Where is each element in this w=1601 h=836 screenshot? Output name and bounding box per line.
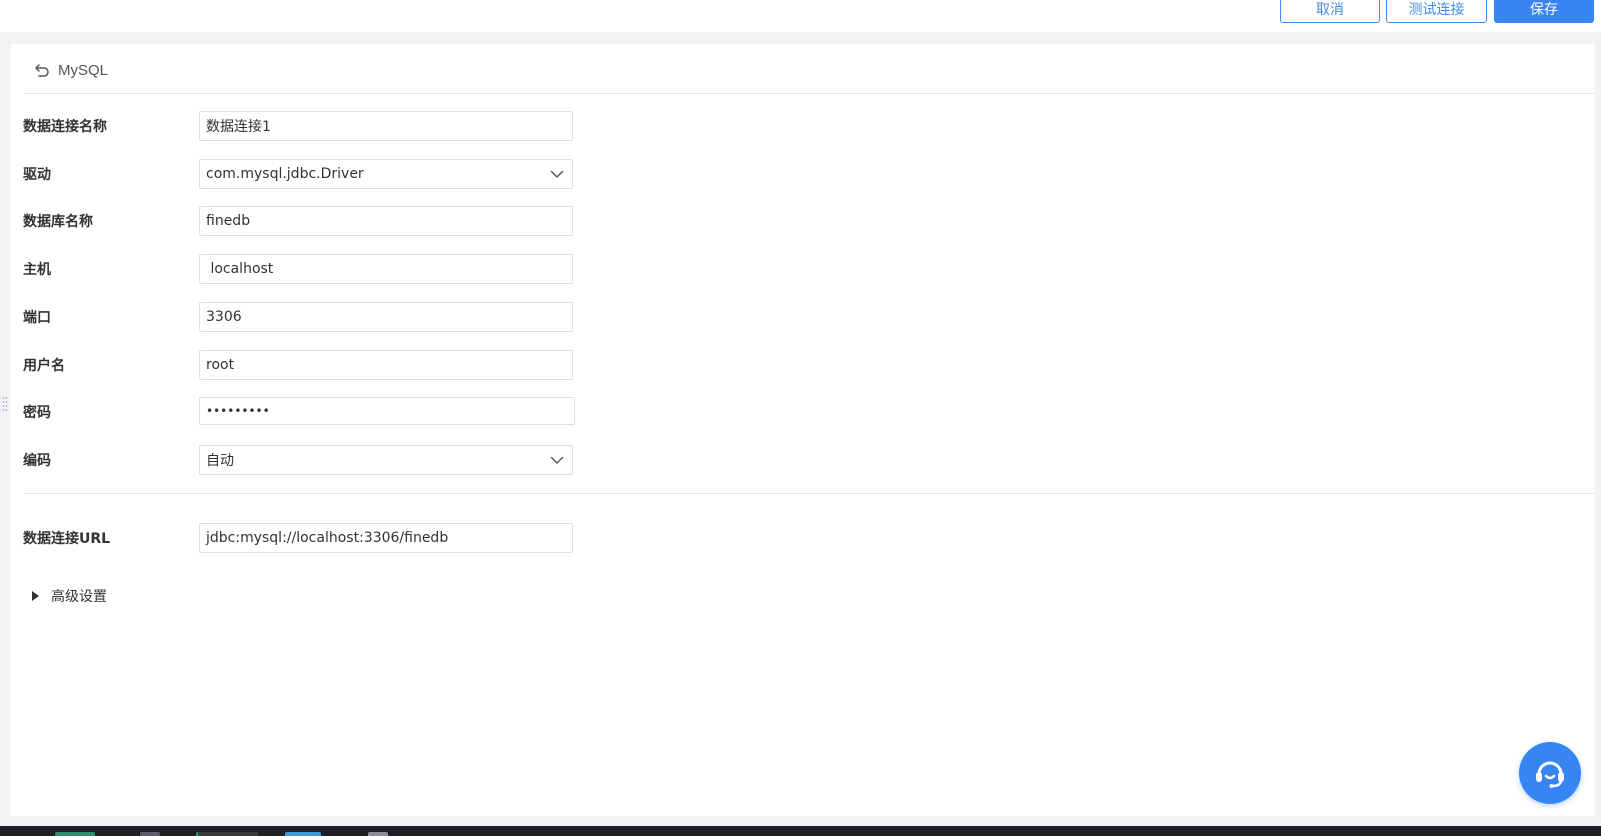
panel-header[interactable]: MySQL	[33, 60, 108, 80]
top-toolbar: 取消 测试连接 保存	[0, 0, 1601, 32]
encoding-select[interactable]: 自动	[199, 445, 573, 475]
taskbar-app[interactable]	[368, 832, 388, 836]
database-name-input[interactable]: finedb	[199, 206, 573, 236]
password-input[interactable]: •••••••••	[199, 397, 575, 425]
username-input[interactable]: root	[199, 350, 573, 380]
advanced-settings-toggle[interactable]: 高级设置	[31, 585, 107, 607]
database-name-label: 数据库名称	[23, 214, 93, 230]
password-label: 密码	[23, 405, 51, 421]
connection-name-label: 数据连接名称	[23, 119, 107, 135]
taskbar-app[interactable]	[140, 832, 160, 836]
port-input[interactable]: 3306	[199, 302, 573, 332]
caret-right-icon	[32, 591, 39, 601]
driver-select[interactable]: com.mysql.jdbc.Driver	[199, 159, 573, 189]
save-button[interactable]: 保存	[1494, 0, 1594, 23]
connection-name-input[interactable]: 数据连接1	[199, 111, 573, 141]
connection-form-panel: MySQL 数据连接名称 数据连接1 驱动 com.mysql.jdbc.Dri…	[11, 44, 1595, 816]
panel-title: MySQL	[58, 61, 109, 79]
cancel-button[interactable]: 取消	[1280, 0, 1380, 23]
resize-handle-icon[interactable]	[2, 396, 8, 414]
encoding-select-value: 自动	[206, 453, 234, 469]
undo-arrow-icon[interactable]	[33, 61, 51, 79]
encoding-label: 编码	[23, 453, 51, 469]
connection-url-label: 数据连接URL	[23, 531, 111, 547]
chevron-down-icon[interactable]	[550, 167, 564, 181]
host-label: 主机	[23, 262, 51, 278]
header-divider	[24, 93, 1594, 94]
driver-select-value: com.mysql.jdbc.Driver	[206, 166, 364, 182]
help-support-button[interactable]	[1519, 742, 1581, 804]
form-divider	[24, 493, 1594, 494]
test-connection-button[interactable]: 测试连接	[1386, 0, 1487, 23]
driver-label: 驱动	[23, 167, 51, 183]
username-label: 用户名	[23, 358, 65, 374]
host-input[interactable]: localhost	[199, 254, 573, 284]
os-taskbar	[0, 826, 1601, 836]
port-label: 端口	[23, 310, 51, 326]
chevron-down-icon[interactable]	[550, 453, 564, 467]
headset-icon	[1536, 761, 1564, 788]
taskbar-app[interactable]	[55, 832, 95, 836]
connection-url-input[interactable]: jdbc:mysql://localhost:3306/finedb	[199, 523, 573, 553]
taskbar-app[interactable]	[285, 832, 321, 836]
advanced-settings-label: 高级设置	[51, 589, 107, 605]
taskbar-app[interactable]	[196, 832, 258, 836]
